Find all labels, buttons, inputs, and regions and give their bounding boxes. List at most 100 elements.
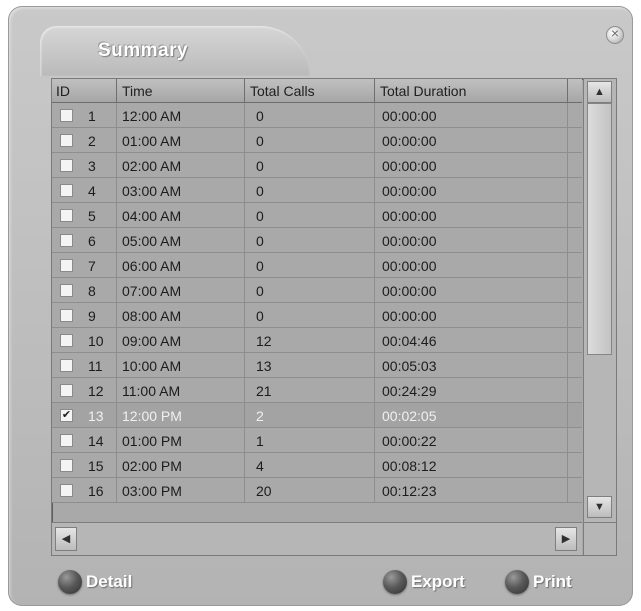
table-row[interactable]: 10 09:00 AM 12 00:04:46	[52, 328, 582, 353]
summary-grid: ID Time Total Calls Total Duration 1 12:0…	[51, 78, 617, 556]
column-divider[interactable]	[374, 79, 375, 102]
row-checkbox[interactable]	[60, 209, 73, 222]
cell-total-duration: 00:00:00	[382, 158, 437, 174]
scrollbar-thumb[interactable]	[587, 103, 612, 355]
cell-divider	[567, 278, 568, 303]
close-icon[interactable]	[606, 25, 624, 44]
column-divider[interactable]	[244, 79, 245, 102]
cell-divider	[244, 303, 245, 328]
cell-total-calls: 0	[256, 283, 264, 299]
table-row[interactable]: 8 07:00 AM 0 00:00:00	[52, 278, 582, 303]
table-row[interactable]: 14 01:00 PM 1 00:00:22	[52, 428, 582, 453]
column-header-id[interactable]: ID	[56, 83, 70, 99]
cell-divider	[374, 153, 375, 178]
cell-divider	[116, 253, 117, 278]
cell-total-duration: 00:00:00	[382, 208, 437, 224]
table-row[interactable]: 1 12:00 AM 0 00:00:00	[52, 103, 582, 128]
cell-divider	[567, 328, 568, 353]
cell-divider	[567, 128, 568, 153]
table-row[interactable]: 6 05:00 AM 0 00:00:00	[52, 228, 582, 253]
column-divider[interactable]	[567, 79, 568, 102]
table-row[interactable]: 15 02:00 PM 4 00:08:12	[52, 453, 582, 478]
cell-total-duration: 00:08:12	[382, 458, 437, 474]
cell-id: 1	[88, 108, 96, 124]
table-row[interactable]: ✔ 13 12:00 PM 2 00:02:05	[52, 403, 582, 428]
vertical-scrollbar[interactable]: ▲ ▼	[583, 79, 616, 522]
arrow-up-icon[interactable]: ▲	[587, 81, 612, 103]
table-row[interactable]: 2 01:00 AM 0 00:00:00	[52, 128, 582, 153]
column-header-time[interactable]: Time	[122, 83, 153, 99]
cell-id: 4	[88, 183, 96, 199]
table-row[interactable]: 16 03:00 PM 20 00:12:23	[52, 478, 582, 503]
cell-time: 12:00 PM	[122, 408, 182, 424]
row-checkbox[interactable]	[60, 234, 73, 247]
table-row[interactable]: 12 11:00 AM 21 00:24:29	[52, 378, 582, 403]
cell-divider	[374, 478, 375, 503]
row-checkbox[interactable]	[60, 459, 73, 472]
cell-divider	[374, 103, 375, 128]
row-checkbox[interactable]	[60, 384, 73, 397]
cell-total-duration: 00:00:00	[382, 283, 437, 299]
cell-divider	[567, 403, 568, 428]
table-row[interactable]: 9 08:00 AM 0 00:00:00	[52, 303, 582, 328]
cell-total-duration: 00:12:23	[382, 483, 437, 499]
cell-divider	[244, 278, 245, 303]
cell-divider	[567, 203, 568, 228]
cell-total-calls: 0	[256, 308, 264, 324]
cell-divider	[374, 228, 375, 253]
table-row[interactable]: 5 04:00 AM 0 00:00:00	[52, 203, 582, 228]
row-checkbox[interactable]	[60, 484, 73, 497]
arrow-right-icon[interactable]: ▶	[555, 527, 577, 551]
cell-divider	[374, 353, 375, 378]
cell-divider	[116, 278, 117, 303]
cell-divider	[244, 353, 245, 378]
cell-divider	[567, 478, 568, 503]
cell-total-calls: 4	[256, 458, 264, 474]
cell-time: 04:00 AM	[122, 208, 182, 224]
cell-total-calls: 13	[256, 358, 272, 374]
cell-divider	[374, 178, 375, 203]
cell-total-duration: 00:00:00	[382, 258, 437, 274]
arrow-down-icon[interactable]: ▼	[587, 496, 612, 518]
row-checkbox[interactable]	[60, 359, 73, 372]
column-divider[interactable]	[116, 79, 117, 102]
detail-orb-icon	[58, 570, 82, 594]
cell-id: 2	[88, 133, 96, 149]
cell-divider	[567, 103, 568, 128]
horizontal-scrollbar[interactable]: ◀ ▶	[52, 522, 582, 555]
cell-divider	[567, 353, 568, 378]
row-checkbox[interactable]	[60, 184, 73, 197]
row-checkbox[interactable]	[60, 134, 73, 147]
row-checkbox[interactable]	[60, 159, 73, 172]
cell-time: 02:00 PM	[122, 458, 182, 474]
cell-divider	[116, 303, 117, 328]
cell-id: 8	[88, 283, 96, 299]
table-row[interactable]: 11 10:00 AM 13 00:05:03	[52, 353, 582, 378]
cell-time: 03:00 PM	[122, 483, 182, 499]
row-checkbox[interactable]	[60, 434, 73, 447]
column-header-total-duration[interactable]: Total Duration	[380, 83, 466, 99]
row-checkbox[interactable]	[60, 109, 73, 122]
row-checkbox[interactable]	[60, 334, 73, 347]
cell-divider	[374, 128, 375, 153]
cell-total-calls: 21	[256, 383, 272, 399]
cell-divider	[116, 178, 117, 203]
column-header-total-calls[interactable]: Total Calls	[250, 83, 315, 99]
print-label: Print	[533, 572, 572, 591]
row-checkbox[interactable]	[60, 259, 73, 272]
row-checkbox[interactable]	[60, 284, 73, 297]
cell-total-calls: 12	[256, 333, 272, 349]
table-row[interactable]: 4 03:00 AM 0 00:00:00	[52, 178, 582, 203]
cell-divider	[116, 353, 117, 378]
row-checkbox[interactable]	[60, 309, 73, 322]
table-row[interactable]: 3 02:00 AM 0 00:00:00	[52, 153, 582, 178]
cell-id: 15	[88, 458, 104, 474]
table-row[interactable]: 7 06:00 AM 0 00:00:00	[52, 253, 582, 278]
grid-rows: 1 12:00 AM 0 00:00:00 2 01:00 AM 0 00:00:00 3 02:…	[52, 103, 582, 521]
cell-time: 10:00 AM	[122, 358, 182, 374]
cell-total-calls: 0	[256, 158, 264, 174]
cell-divider	[567, 153, 568, 178]
arrow-left-icon[interactable]: ◀	[55, 527, 77, 551]
cell-divider	[374, 203, 375, 228]
row-checkbox[interactable]: ✔	[60, 409, 73, 422]
